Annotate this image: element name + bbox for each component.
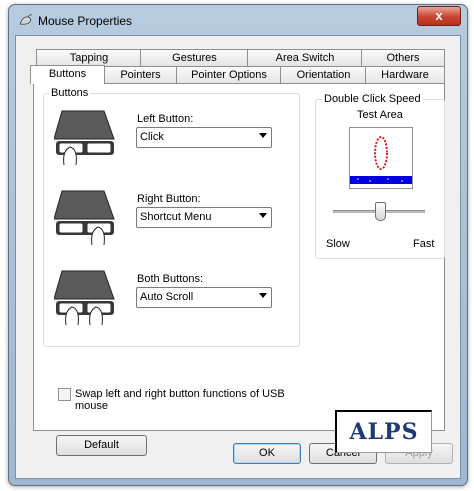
- tab-pointer-options[interactable]: Pointer Options: [176, 66, 282, 83]
- default-button-label: Default: [84, 439, 119, 451]
- fast-label: Fast: [413, 238, 435, 250]
- slow-label: Slow: [326, 238, 350, 250]
- left-button-select[interactable]: Click: [136, 127, 272, 148]
- double-click-speed-group: Double Click Speed Test Area Slow Fast: [315, 93, 445, 259]
- alps-logo-text: ALPS: [349, 419, 419, 445]
- touchpad-both-buttons-icon: [54, 270, 115, 326]
- tab-label: Gestures: [172, 52, 217, 64]
- mouse-icon: [19, 14, 33, 25]
- tab-label: Buttons: [48, 68, 87, 80]
- alps-logo: ALPS: [335, 410, 432, 453]
- ok-button-label: OK: [259, 447, 275, 459]
- both-buttons-value: Auto Scroll: [140, 291, 194, 303]
- tab-hardware[interactable]: Hardware: [365, 66, 445, 83]
- both-buttons-select[interactable]: Auto Scroll: [136, 287, 272, 308]
- default-button[interactable]: Default: [56, 435, 147, 456]
- double-click-group-title: Double Click Speed: [322, 93, 423, 105]
- right-button-value: Shortcut Menu: [140, 211, 212, 223]
- tab-pointers[interactable]: Pointers: [103, 66, 178, 83]
- test-area-label: Test Area: [357, 109, 403, 121]
- tab-label: Pointers: [120, 69, 161, 81]
- tab-label: Others: [386, 52, 420, 64]
- title-bar[interactable]: Mouse Properties x: [9, 5, 467, 35]
- tab-label: Area Switch: [275, 52, 335, 64]
- buttons-tab-panel: Buttons Left Button: Click Right Button:…: [33, 83, 445, 456]
- tab-buttons[interactable]: Buttons: [30, 65, 105, 84]
- window-title: Mouse Properties: [38, 14, 133, 28]
- double-click-speed-slider[interactable]: [333, 201, 425, 223]
- chevron-down-icon: [259, 213, 267, 218]
- tab-tapping[interactable]: Tapping: [36, 49, 142, 66]
- chevron-down-icon: [259, 133, 267, 138]
- ok-button[interactable]: OK: [233, 443, 301, 464]
- right-button-select[interactable]: Shortcut Menu: [136, 207, 272, 228]
- dialog-client-area: Tapping Gestures Area Switch Others Butt…: [15, 35, 461, 479]
- tab-others[interactable]: Others: [361, 49, 445, 66]
- tab-gestures[interactable]: Gestures: [140, 49, 249, 66]
- buttons-group: Buttons Left Button: Click Right Button:…: [43, 87, 300, 347]
- right-button-label: Right Button:: [137, 193, 201, 205]
- both-buttons-label: Both Buttons:: [137, 273, 204, 285]
- tab-orientation[interactable]: Orientation: [280, 66, 367, 83]
- mouse-properties-window: Mouse Properties x Tapping Gestures Area…: [8, 4, 468, 486]
- test-loop-icon: [350, 136, 412, 184]
- tab-label: Hardware: [381, 69, 429, 81]
- swap-buttons-label: Swap left and right button functions of …: [75, 388, 285, 412]
- tab-label: Tapping: [69, 52, 109, 64]
- close-icon: x: [435, 8, 443, 23]
- tab-label: Orientation: [296, 69, 351, 81]
- touchpad-left-button-icon: [54, 110, 115, 166]
- double-click-test-area[interactable]: [349, 127, 413, 189]
- left-button-value: Click: [140, 131, 164, 143]
- close-button[interactable]: x: [417, 6, 461, 26]
- chevron-down-icon: [259, 293, 267, 298]
- swap-buttons-checkbox[interactable]: [58, 388, 71, 401]
- touchpad-right-button-icon: [54, 190, 115, 246]
- buttons-group-title: Buttons: [49, 87, 91, 99]
- slider-thumb[interactable]: [374, 202, 386, 221]
- swap-buttons-checkbox-row[interactable]: Swap left and right button functions of …: [58, 388, 318, 412]
- left-button-label: Left Button:: [137, 113, 194, 125]
- tab-label: Pointer Options: [191, 69, 267, 81]
- tab-area-switch[interactable]: Area Switch: [247, 49, 363, 66]
